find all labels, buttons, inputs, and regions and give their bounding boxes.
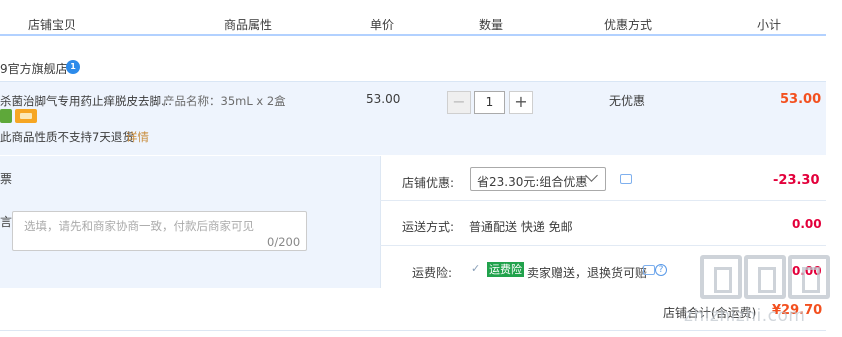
quantity-decrease-button[interactable]: − bbox=[447, 91, 471, 114]
item-title-link[interactable]: 杀菌治脚气专用药止痒脱皮去脚... bbox=[0, 93, 172, 109]
invoice-label: 票 bbox=[0, 172, 13, 186]
header-promotion: 优惠方式 bbox=[604, 18, 653, 32]
shop-name[interactable]: 9官方旗舰店 bbox=[0, 60, 68, 77]
shop-chat-icon[interactable]: 1 bbox=[66, 60, 80, 74]
shop-promo-selected-value: 省23.30元:组合优惠 bbox=[477, 175, 588, 189]
header-subtotal: 小计 bbox=[757, 18, 782, 32]
divider bbox=[0, 330, 826, 331]
header-shop-items: 店铺宝贝 bbox=[28, 18, 77, 32]
chat-bubble-icon[interactable] bbox=[643, 265, 655, 275]
chat-bubble-icon[interactable] bbox=[620, 174, 632, 184]
message-char-count: 0/200 bbox=[267, 235, 301, 249]
item-subtotal: 53.00 bbox=[780, 92, 822, 107]
quantity-input[interactable]: 1 bbox=[474, 91, 505, 114]
header-attributes: 商品属性 bbox=[224, 18, 273, 32]
return-policy-note: 此商品性质不支持7天退货 bbox=[0, 130, 134, 144]
shipping-cost: 0.00 bbox=[792, 217, 822, 231]
help-icon[interactable]: ? bbox=[655, 264, 667, 276]
shipping-method-label: 运送方式: bbox=[402, 220, 455, 234]
divider bbox=[380, 245, 826, 246]
shipping-insurance-badge: 运费险 bbox=[487, 262, 524, 277]
item-attributes: 产品名称：35mL x 2盒 bbox=[163, 94, 286, 108]
seller-message-placeholder: 选填，请先和商家协商一致，付款后商家可见 bbox=[24, 219, 254, 233]
shipping-insurance-label: 运费险: bbox=[412, 266, 453, 280]
quantity-increase-button[interactable]: + bbox=[509, 91, 533, 114]
watermark-text: zhizhizhi.com bbox=[684, 306, 806, 326]
shop-promo-discount: -23.30 bbox=[773, 173, 820, 188]
shipping-method-value: 普通配送 快递 免邮 bbox=[469, 220, 573, 234]
header-quantity: 数量 bbox=[479, 18, 504, 32]
return-policy-details-link[interactable]: 详情 bbox=[126, 129, 149, 145]
service-icon bbox=[0, 109, 12, 123]
credit-card-icon bbox=[15, 109, 37, 123]
item-unit-price: 53.00 bbox=[366, 92, 401, 106]
divider bbox=[380, 200, 826, 201]
cart-header: 店铺宝贝 商品属性 单价 数量 优惠方式 小计 bbox=[0, 0, 826, 36]
shop-promo-label: 店铺优惠: bbox=[402, 176, 455, 190]
item-promotion: 无优惠 bbox=[609, 94, 646, 108]
check-icon[interactable]: ✓ bbox=[471, 263, 483, 275]
watermark-logo bbox=[700, 255, 840, 303]
shipping-insurance-text: 卖家赠送，退换货可赔 bbox=[527, 266, 648, 280]
header-unit-price: 单价 bbox=[370, 18, 395, 32]
